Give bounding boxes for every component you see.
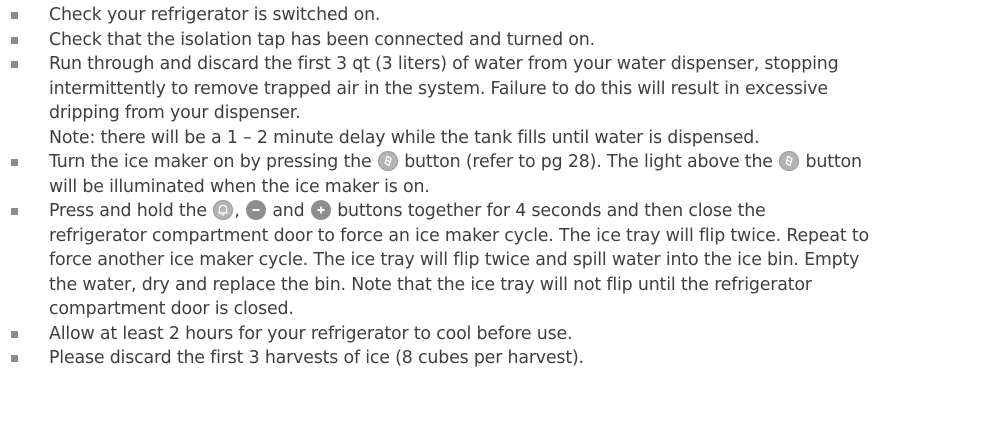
ice-maker-icon xyxy=(779,151,800,171)
text-segment: Turn the ice maker on by pressing the xyxy=(49,152,377,172)
item-text: Press and hold the , and buttons togethe… xyxy=(49,199,991,224)
text-segment: buttons together for 4 seconds and then … xyxy=(331,201,766,221)
item-text: dripping from your dispenser. xyxy=(49,103,301,123)
bullet-marker xyxy=(11,355,18,362)
bullet-marker xyxy=(11,330,18,338)
list-item: Check your refrigerator is switched on. xyxy=(0,3,991,28)
item-text: Check that the isolation tap has been co… xyxy=(49,29,595,50)
list-item: Turn the ice maker on by pressing the bu… xyxy=(0,150,991,199)
bullet-marker xyxy=(11,208,18,215)
list-item: Press and hold the , and buttons togethe… xyxy=(0,199,991,322)
item-note: Note: there will be a 1 – 2 minute delay… xyxy=(49,127,760,148)
bullet-marker xyxy=(11,12,18,19)
list-item: Run through and discard the first 3 qt (… xyxy=(0,52,991,150)
instructions-list: Check your refrigerator is switched on. … xyxy=(0,0,991,371)
item-text: Allow at least 2 hours for your refriger… xyxy=(49,323,573,344)
bullet-marker xyxy=(11,36,18,44)
item-text: compartment door is closed. xyxy=(49,299,294,319)
ice-maker-icon xyxy=(377,151,398,171)
item-text: Run through and discard the first 3 qt (… xyxy=(49,54,839,74)
text-segment: button xyxy=(800,152,862,172)
item-text: Turn the ice maker on by pressing the bu… xyxy=(49,150,991,175)
bullet-marker xyxy=(11,61,18,68)
list-item: Please discard the first 3 harvests of i… xyxy=(0,346,991,371)
bullet-marker xyxy=(11,159,18,166)
bell-icon xyxy=(213,200,234,220)
item-text: the water, dry and replace the bin. Note… xyxy=(49,274,812,295)
text-segment: , xyxy=(234,201,245,221)
item-text: intermittently to remove trapped air in … xyxy=(49,78,828,99)
text-segment: button (refer to pg 28). The light above… xyxy=(398,152,779,172)
list-item: Allow at least 2 hours for your refriger… xyxy=(0,322,991,347)
instructions-page: Check your refrigerator is switched on. … xyxy=(0,0,991,439)
item-text: Check your refrigerator is switched on. xyxy=(49,5,381,25)
plus-icon xyxy=(310,200,331,220)
text-segment: and xyxy=(266,201,310,221)
text-segment: Press and hold the xyxy=(49,201,213,221)
item-text: force another ice maker cycle. The ice t… xyxy=(49,250,860,270)
minus-icon xyxy=(245,200,266,220)
item-text: refrigerator compartment door to force a… xyxy=(49,225,869,246)
item-text: will be illuminated when the ice maker i… xyxy=(49,176,430,197)
list-item: Check that the isolation tap has been co… xyxy=(0,28,991,53)
item-text: Please discard the first 3 harvests of i… xyxy=(49,348,584,368)
